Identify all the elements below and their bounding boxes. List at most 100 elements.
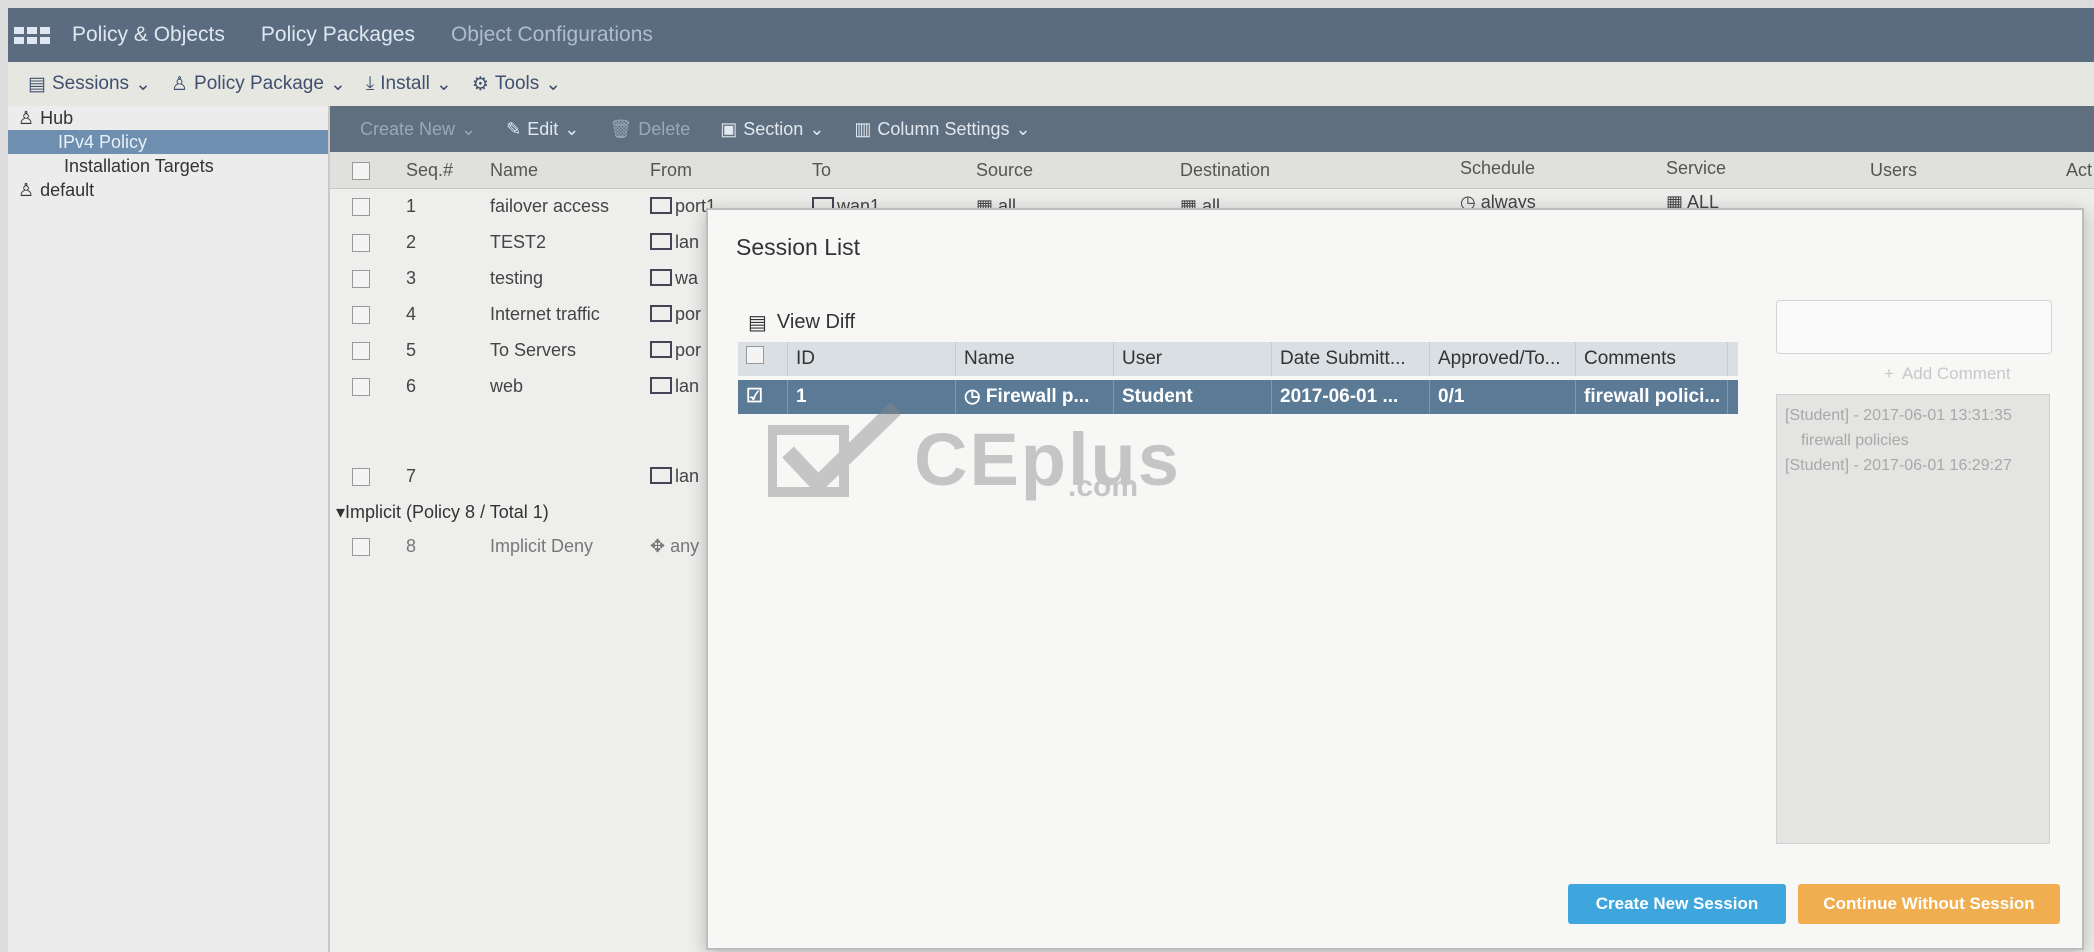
add-comment-button[interactable]: + Add Comment	[1884, 364, 2011, 384]
select-all-checkbox[interactable]	[352, 162, 370, 185]
row-name: testing	[490, 268, 544, 288]
continue-without-session-button[interactable]: Continue Without Session	[1798, 884, 2060, 924]
col-seq[interactable]: Seq.#	[406, 160, 453, 181]
row-from: por	[650, 340, 701, 361]
row-checkbox[interactable]	[352, 538, 370, 561]
row-name: Internet traffic	[490, 304, 600, 324]
select-all-checkbox[interactable]	[738, 342, 788, 376]
sidebar-item-label: default	[40, 180, 95, 200]
row-checkbox[interactable]	[352, 468, 370, 491]
col-user[interactable]: User	[1114, 342, 1272, 376]
chevron-down-icon: ⌄	[461, 118, 477, 139]
col-users[interactable]: Users	[1870, 160, 1917, 181]
row-from-value: por	[675, 304, 702, 324]
edit-button[interactable]: ✎ Edit ⌄	[506, 119, 579, 140]
delete-label: Delete	[638, 118, 691, 139]
col-from[interactable]: From	[650, 160, 692, 181]
column-settings-button[interactable]: ▥ Column Settings ⌄	[854, 119, 1030, 140]
watermark: CEplus .com	[768, 402, 1181, 503]
sidebar: ♙ Hub IPv4 Policy Installation Targets ♙ d…	[8, 106, 330, 952]
any-icon: ✥	[650, 536, 666, 556]
col-date-submitted[interactable]: Date Submitt...	[1272, 342, 1430, 376]
sidebar-item-default[interactable]: ♙ default	[8, 178, 328, 202]
sidebar-item-label: Hub	[40, 108, 74, 128]
section-button[interactable]: ▣ Section ⌄	[720, 119, 824, 140]
col-name[interactable]: Name	[956, 342, 1114, 376]
row-checkbox[interactable]	[352, 198, 370, 221]
session-date: 2017-06-01 ...	[1272, 380, 1430, 414]
add-comment-label: Add Comment	[1901, 364, 2011, 383]
col-service[interactable]: Service	[1666, 158, 1726, 179]
comment-entry: [Student] - 2017-06-01 16:29:27	[1785, 457, 2012, 474]
watermark-subtext: .com	[1068, 470, 1139, 503]
tools-menu-label: Tools	[494, 73, 540, 94]
session-table-header: ID Name User Date Submitt... Approved/To…	[738, 342, 1738, 376]
install-icon: ⤓	[365, 73, 375, 94]
row-name: Implicit Deny	[490, 536, 594, 556]
sidebar-item-ipv4-policy[interactable]: IPv4 Policy	[8, 130, 328, 154]
breadcrumb-object-configurations[interactable]: Object Configurations	[451, 23, 653, 47]
chevron-down-icon: ⌄	[435, 73, 452, 95]
policy-package-menu-label: Policy Package	[194, 73, 324, 94]
row-checkbox[interactable]	[352, 378, 370, 401]
col-to[interactable]: To	[812, 160, 831, 181]
sidebar-item-label: Installation Targets	[64, 156, 214, 176]
col-destination[interactable]: Destination	[1180, 160, 1270, 181]
top-bar: Policy & Objects Policy Packages Object …	[8, 8, 2094, 62]
diff-icon: ▤	[748, 312, 767, 334]
section-icon: ▣	[720, 118, 738, 139]
chevron-down-icon: ⌄	[545, 73, 562, 95]
delete-button[interactable]: 🗑 Delete	[609, 119, 690, 140]
checkmark-watermark-icon	[768, 402, 902, 497]
implicit-section-header[interactable]: ▾Implicit (Policy 8 / Total 1)	[336, 502, 549, 523]
col-action[interactable]: Act	[2066, 160, 2092, 181]
grid-header: Seq.# Name From To Source Destination Sc…	[330, 152, 2094, 189]
row-from-value: lan	[675, 376, 700, 396]
policy-toolbar: Create New ⌄ ✎ Edit ⌄ 🗑 Delete ▣ Section ⌄ ▥ Co…	[330, 106, 2094, 152]
row-checkbox[interactable]	[352, 234, 370, 257]
row-seq: 6	[406, 376, 417, 396]
implicit-section-label: Implicit (Policy 8 / Total 1)	[345, 502, 549, 522]
view-diff-label: View Diff	[776, 311, 856, 333]
gear-icon: ⚙	[471, 73, 489, 95]
install-menu-label: Install	[380, 73, 430, 94]
package-icon: ♙	[170, 73, 189, 95]
tools-menu[interactable]: ⚙ Tools ⌄	[472, 73, 561, 96]
col-schedule[interactable]: Schedule	[1460, 158, 1535, 179]
caret-down-icon: ▾	[336, 502, 346, 522]
row-checkbox[interactable]	[352, 270, 370, 293]
row-from: por	[650, 304, 701, 325]
chevron-down-icon: ⌄	[1015, 118, 1031, 139]
install-menu[interactable]: ⤓ Install ⌄	[366, 73, 452, 96]
col-approved[interactable]: Approved/To...	[1430, 342, 1576, 376]
comment-entry: firewall policies	[1801, 432, 1909, 449]
row-from-value: lan	[675, 232, 700, 252]
row-checkbox[interactable]	[352, 342, 370, 365]
interface-icon	[650, 467, 672, 484]
row-from: wa	[650, 268, 698, 289]
create-new-label: Create New	[360, 118, 456, 139]
sidebar-item-installation-targets[interactable]: Installation Targets	[8, 154, 328, 178]
create-new-session-button[interactable]: Create New Session	[1568, 884, 1786, 924]
menu-bar: ▤ Sessions ⌄ ♙ Policy Package ⌄ ⤓ Install ⌄ ⚙ T…	[8, 62, 2094, 106]
comment-input[interactable]	[1776, 300, 2052, 354]
section-label: Section	[743, 118, 804, 139]
row-checkbox[interactable]	[352, 306, 370, 329]
view-diff-button[interactable]: ▤ View Diff	[748, 310, 855, 335]
col-id[interactable]: ID	[788, 342, 956, 376]
sidebar-item-hub[interactable]: ♙ Hub	[8, 106, 328, 130]
breadcrumb-policy-packages[interactable]: Policy Packages	[261, 23, 415, 47]
sessions-menu[interactable]: ▤ Sessions ⌄	[28, 73, 151, 96]
policy-package-menu[interactable]: ♙ Policy Package ⌄	[171, 73, 346, 96]
row-seq: 5	[406, 340, 417, 360]
col-name[interactable]: Name	[490, 160, 538, 181]
package-icon: ♙	[18, 180, 35, 200]
app-logo-icon	[14, 20, 54, 50]
col-comments[interactable]: Comments	[1576, 342, 1728, 376]
col-source[interactable]: Source	[976, 160, 1033, 181]
session-list-dialog: Session List ▤ View Diff ID Name User Da…	[706, 208, 2084, 950]
row-seq: 2	[406, 232, 417, 252]
breadcrumb-policy-objects[interactable]: Policy & Objects	[72, 23, 225, 47]
create-new-button[interactable]: Create New ⌄	[360, 119, 476, 140]
row-from: lan	[650, 232, 699, 253]
